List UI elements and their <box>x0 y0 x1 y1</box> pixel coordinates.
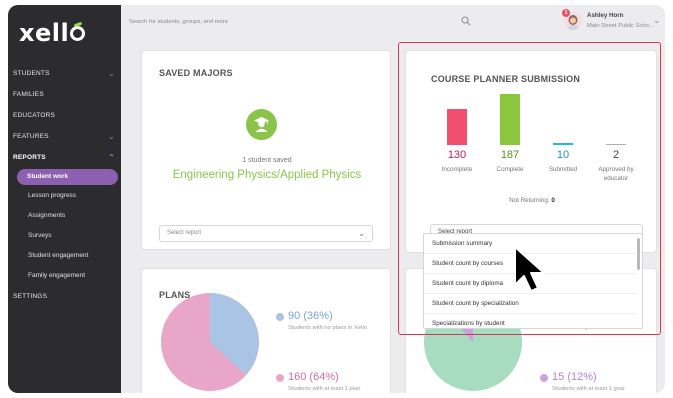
sidebar-item-label: SETTINGS <box>13 293 48 300</box>
chevron-up-icon: ⌃ <box>108 153 115 162</box>
stat-label-incomplete: Incomplete <box>441 166 473 173</box>
sidebar-nav: STUDENTS ⌄ FAMILIES EDUCATORS FEATURES ⌄… <box>8 63 121 307</box>
course-planner-card: COURSE PLANNER SUBMISSION 130 187 10 2 I… <box>405 50 657 253</box>
sidebar-item-label: EDUCATORS <box>13 112 56 119</box>
legend-percent: (64%) <box>309 371 339 383</box>
sidebar-subitem-lesson-progress[interactable]: Lesson progress <box>8 186 121 206</box>
sidebar-item-reports[interactable]: REPORTS ⌃ <box>8 147 121 168</box>
legend-percent: (12%) <box>567 371 597 383</box>
legend-value-with-plans: 160 (64%) <box>288 371 339 383</box>
graduate-icon <box>246 109 277 140</box>
saved-majors-report-select[interactable]: Select report ⌄ <box>159 225 373 242</box>
top-bar: Search for students, groups, and more 1 … <box>121 5 665 41</box>
sidebar-subitem-surveys[interactable]: Surveys <box>8 226 121 246</box>
not-returning-text: Not Returning: 0 <box>406 197 658 204</box>
stat-value-complete: 187 <box>500 149 520 161</box>
plans-pie-chart <box>161 293 259 391</box>
legend-label-with-plans: Students with at least 1 plan <box>288 386 361 392</box>
legend-value-no-plans: 90 (36%) <box>288 310 333 322</box>
stat-label-complete: Complete <box>496 166 524 173</box>
legend-dot-with-goals <box>540 374 548 382</box>
stat-value-approved: 2 <box>612 149 620 161</box>
stat-bar-submitted <box>553 143 573 145</box>
sidebar-item-students[interactable]: STUDENTS ⌄ <box>8 63 121 84</box>
legend-dot-no-plans <box>276 313 284 321</box>
saved-major-link[interactable]: Engineering Physics/Applied Physics <box>142 169 392 181</box>
sidebar-item-label: FAMILIES <box>13 91 44 98</box>
select-value: Select report <box>167 230 202 236</box>
chevron-down-icon: ⌄ <box>358 229 365 238</box>
stat-bar-approved <box>606 144 626 145</box>
stat-value-submitted: 10 <box>556 149 570 161</box>
stat-label-submitted: Submitted <box>548 166 578 173</box>
app-window: xell STUDENTS ⌄ FAMILIES EDUCATORS FEATU… <box>8 5 665 393</box>
legend-number: 15 <box>552 371 565 383</box>
dropdown-option[interactable]: Student count by specialization <box>424 294 636 314</box>
sidebar-item-families[interactable]: FAMILIES <box>8 84 121 105</box>
legend-number: 160 <box>288 371 307 383</box>
legend-label-with-goals: Students with at least 1 goal <box>552 386 625 392</box>
legend-number: 90 <box>288 310 301 322</box>
sidebar-item-label: STUDENTS <box>13 70 50 77</box>
dropdown-scrollbar[interactable] <box>637 238 640 270</box>
sidebar-subitem-assignments[interactable]: Assignments <box>8 206 121 226</box>
stat-bar-complete <box>500 94 520 145</box>
chevron-down-icon: ⌄ <box>108 132 115 141</box>
sidebar-item-label: FEATURES <box>13 133 49 140</box>
chevron-down-icon: ⌄ <box>108 69 115 78</box>
search-input[interactable]: Search for students, groups, and more <box>129 19 228 25</box>
not-returning-label: Not Returning: <box>509 197 550 204</box>
legend-value-with-goals: 15 (12%) <box>552 371 597 383</box>
sidebar-item-label: REPORTS <box>13 154 46 161</box>
not-returning-value: 0 <box>551 197 555 204</box>
sidebar-subitem-student-engagement[interactable]: Student engagement <box>8 246 121 266</box>
chevron-down-icon[interactable]: ⌄ <box>653 15 661 26</box>
legend-dot-with-plans <box>276 374 284 382</box>
xello-logo[interactable]: xell <box>19 19 86 47</box>
sidebar-item-settings[interactable]: SETTINGS <box>8 286 121 307</box>
cursor-arrow-icon <box>514 246 545 292</box>
search-icon[interactable] <box>461 16 471 26</box>
stat-bar-incomplete <box>447 109 467 145</box>
plans-card: PLANS 90 (36%) Students with no plans in… <box>141 268 391 393</box>
dropdown-option[interactable]: Specializations by student <box>424 314 636 328</box>
sidebar-item-features[interactable]: FEATURES ⌄ <box>8 126 121 147</box>
legend-percent: (36%) <box>303 310 333 322</box>
saved-count: 1 student saved <box>242 157 292 164</box>
sidebar: xell STUDENTS ⌄ FAMILIES EDUCATORS FEATU… <box>8 5 121 393</box>
card-title: COURSE PLANNER SUBMISSION <box>431 74 581 84</box>
sidebar-subitem-family-engagement[interactable]: Family engagement <box>8 266 121 286</box>
user-name[interactable]: Ashley Horn <box>587 12 623 19</box>
card-title: SAVED MAJORS <box>159 68 233 78</box>
notification-badge: 1 <box>562 9 570 17</box>
sidebar-item-educators[interactable]: EDUCATORS <box>8 105 121 126</box>
stat-label-approved: Approved by educator <box>598 166 634 182</box>
saved-majors-card: SAVED MAJORS 1 student saved Engineering… <box>141 50 391 250</box>
sidebar-subitem-student-work[interactable]: Student work <box>17 169 118 185</box>
user-school[interactable]: Main Street Public Scho... <box>587 23 654 29</box>
legend-label-no-plans: Students with no plans in Xello <box>288 325 367 331</box>
stat-value-incomplete: 130 <box>447 149 467 161</box>
